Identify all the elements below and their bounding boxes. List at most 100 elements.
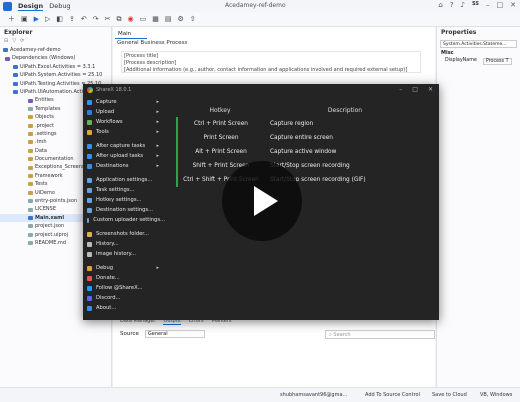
tab-debug[interactable]: Debug [49, 2, 70, 10]
status-save-to-cloud[interactable]: Save to Cloud [432, 392, 467, 398]
sharex-menu-item[interactable]: Hotkey settings... [85, 195, 165, 205]
home-icon[interactable]: ⌂ [438, 1, 442, 9]
tree-item[interactable]: Acedamey-ref-demo [0, 46, 111, 54]
analyze-icon[interactable]: ◧ [56, 15, 63, 23]
sharex-menu-item[interactable]: Task settings... [85, 185, 165, 195]
process-comment[interactable]: [Process title] [Process description] [A… [121, 51, 421, 73]
save-icon[interactable]: ▣ [21, 15, 28, 23]
minimize-icon[interactable]: – [399, 86, 402, 93]
sharex-menu-item[interactable]: After capture tasks ▸ [85, 141, 165, 151]
close-icon[interactable]: ✕ [510, 1, 516, 9]
output-search-input[interactable]: ⌕ Search [325, 330, 435, 339]
hotkey-row[interactable]: Ctrl + Shift + Print Screen Start/Stop sc… [176, 173, 426, 187]
record-icon[interactable]: ◉ [128, 15, 134, 23]
table-icon[interactable]: ▦ [152, 15, 159, 23]
folder-icon [28, 123, 33, 128]
sharex-menu-item[interactable]: Follow @ShareX... [85, 283, 165, 293]
copy-icon[interactable]: ⧉ [117, 15, 122, 24]
minimize-icon[interactable]: – [486, 1, 490, 9]
status-user[interactable]: shubhamsavant96@gma... [280, 392, 347, 398]
comment-line: [Process description] [124, 60, 177, 66]
refresh-icon[interactable]: ⟳ [20, 38, 24, 46]
output-source-row: Source General [120, 330, 205, 338]
tree-item[interactable]: UiPath.Excel.Activities = 3.3.1 [0, 63, 111, 71]
settings-icon[interactable]: ⚙ [178, 15, 184, 23]
tab-main[interactable]: Main [115, 29, 147, 39]
sharex-menu-item[interactable]: After upload tasks ▸ [85, 151, 165, 161]
menu-item-label: Task settings... [96, 187, 135, 193]
sharex-menu-item[interactable]: Screenshots folder... [85, 229, 165, 239]
undo-icon[interactable]: ↶ [81, 15, 87, 23]
question-icon[interactable]: ? [450, 1, 454, 9]
menu-item-label: Capture [96, 99, 117, 105]
sharex-menu-item[interactable]: Destinations ▸ [85, 161, 165, 171]
sharex-menu-item[interactable]: Debug ▸ [85, 263, 165, 273]
screen-icon[interactable]: ▭ [140, 15, 147, 23]
close-icon[interactable]: ✕ [428, 86, 433, 93]
tree-item[interactable]: UiPath.System.Activities = 25.10 [0, 71, 111, 79]
hotkey-row[interactable]: Shift + Print Screen Start/Stop screen re… [176, 159, 426, 173]
folder-icon [28, 174, 33, 179]
templates-icon [28, 106, 33, 111]
breadcrumb[interactable]: General Business Process [117, 40, 187, 46]
sharex-menu-item[interactable]: Discord... [85, 293, 165, 303]
header-hotkey: Hotkey [209, 107, 231, 114]
sharex-title: ShareX 18.0.1 [96, 86, 132, 93]
sharex-menu-item[interactable]: Image history... [85, 249, 165, 259]
sharex-menu-item[interactable]: Destination settings... [85, 205, 165, 215]
sharex-menu-item[interactable]: History... [85, 239, 165, 249]
menu-item-icon [87, 197, 92, 203]
hotkey-row[interactable]: Alt + Print Screen Capture active window [176, 145, 426, 159]
comment-line: [Process title] [124, 53, 159, 59]
play-icon [254, 186, 278, 216]
sharex-menu-item[interactable]: Donate... [85, 273, 165, 283]
submenu-arrow-icon: ▸ [156, 163, 159, 169]
sharex-menu-item[interactable]: Workflows ▸ [85, 117, 165, 127]
export-icon[interactable]: ⇪ [69, 15, 75, 23]
sharex-menu-item[interactable]: Capture ▸ [85, 97, 165, 107]
properties-search-input[interactable]: System.Activities.Stateme... [440, 40, 517, 48]
play-button[interactable] [222, 161, 302, 241]
sharex-menu-item[interactable]: About... [85, 303, 165, 313]
hotkey-table: Hotkey Description Ctrl + Print Screen Ca… [176, 104, 426, 187]
debug-icon[interactable]: ▷ [45, 15, 50, 23]
sharex-menu-item[interactable]: Upload ▸ [85, 107, 165, 117]
hotkey-combo: Print Screen [203, 135, 239, 141]
tree-item[interactable]: Dependencies (Windows) [0, 54, 111, 62]
properties-group-misc[interactable]: Misc [437, 50, 520, 56]
hotkey-row[interactable]: Print Screen Capture entire screen [176, 131, 426, 145]
menu-item-icon [87, 163, 92, 169]
sharex-menu-item[interactable]: Tools ▸ [85, 127, 165, 137]
redo-icon[interactable]: ↷ [93, 15, 99, 23]
tab-design[interactable]: Design [18, 2, 44, 11]
publish-icon[interactable]: ⇧ [190, 15, 196, 23]
submenu-arrow-icon: ▸ [156, 143, 159, 149]
sharex-menu-item[interactable]: Application settings... [85, 175, 165, 185]
property-row: DisplayName Process T [437, 58, 520, 65]
status-source-control[interactable]: Add To Source Control [365, 392, 420, 398]
folder-icon [28, 182, 33, 187]
submenu-arrow-icon: ▸ [156, 153, 159, 159]
maximize-icon[interactable]: □ [412, 86, 418, 93]
source-select[interactable]: General [144, 330, 205, 338]
hotkey-row[interactable]: Ctrl + Print Screen Capture region [176, 117, 426, 131]
new-icon[interactable]: ＋ [8, 14, 15, 24]
manage-packages-icon[interactable]: ▤ [165, 15, 172, 23]
maximize-icon[interactable]: □ [497, 1, 504, 9]
source-label: Source [120, 331, 139, 337]
cut-icon[interactable]: ✂ [105, 15, 111, 23]
filter-icon[interactable]: ▽ [12, 38, 16, 46]
property-value-input[interactable]: Process T [482, 58, 512, 65]
folder-icon [28, 140, 33, 145]
menu-item-label: Debug [96, 265, 114, 271]
avatar[interactable]: SS [472, 1, 479, 9]
menu-item-icon [87, 187, 92, 193]
menu-item-icon [87, 285, 92, 291]
run-icon[interactable]: ▶ [34, 15, 39, 23]
bell-icon[interactable]: ♪ [461, 1, 465, 9]
sharex-menu-item[interactable]: Custom uploader settings... [85, 215, 165, 225]
folder-icon [28, 115, 33, 120]
menu-item-icon [87, 119, 92, 125]
collapse-icon[interactable]: ⊟ [4, 38, 8, 46]
property-label: DisplayName [445, 58, 477, 63]
